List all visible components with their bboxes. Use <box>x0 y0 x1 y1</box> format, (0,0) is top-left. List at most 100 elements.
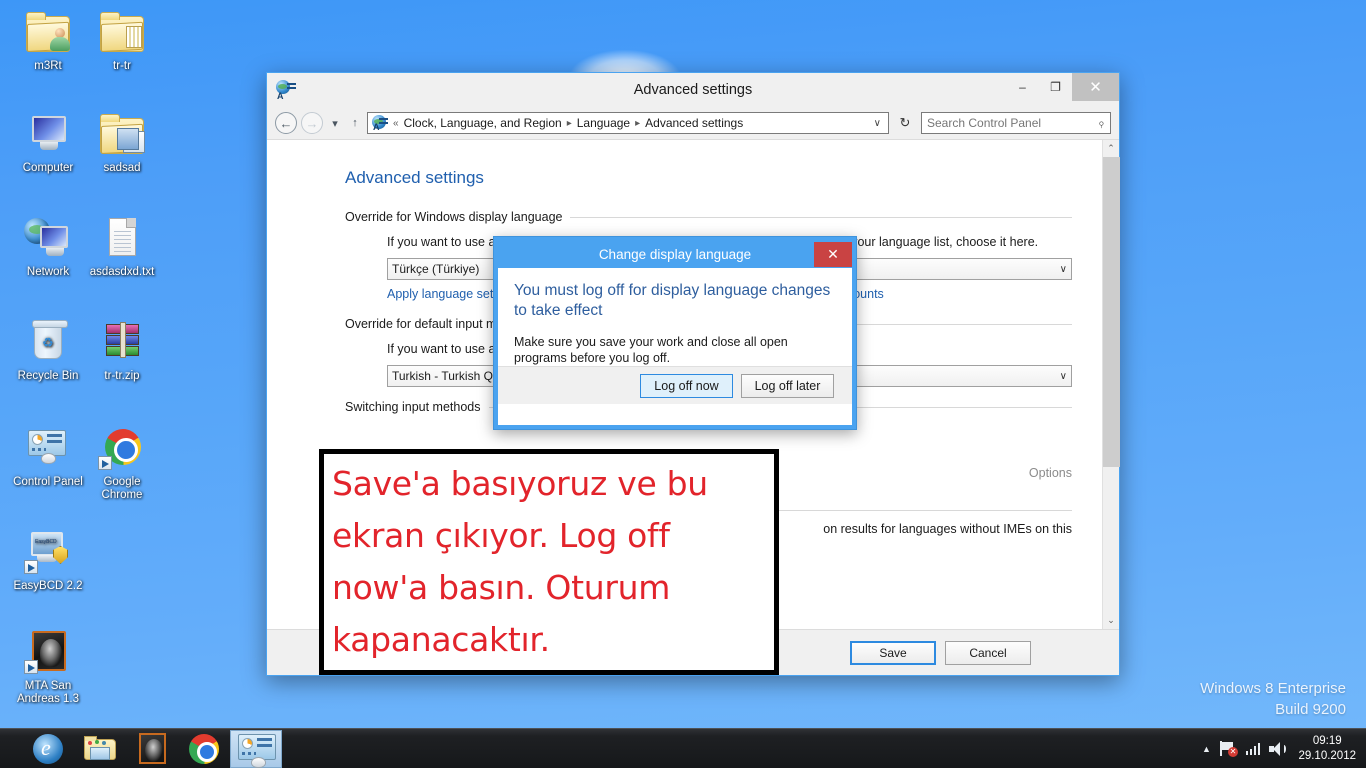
scroll-up-button[interactable]: ⌃ <box>1103 140 1120 157</box>
dialog-body: You must log off for display language ch… <box>498 268 852 425</box>
log-off-now-button[interactable]: Log off now <box>640 373 733 398</box>
desktop-icon-google-chrome[interactable]: Google Chrome <box>82 424 162 502</box>
desktop-icon-mta-san-andreas[interactable]: MTA San Andreas 1.3 <box>8 628 88 706</box>
desktop-icon-label: sadsad <box>103 162 141 174</box>
desktop-icon-tr-tr-zip[interactable]: tr-tr.zip <box>82 318 162 383</box>
options-link[interactable]: Options <box>1029 466 1072 480</box>
scroll-down-button[interactable]: ⌄ <box>1103 612 1120 629</box>
desktop-icon-tr-tr[interactable]: tr-tr <box>82 8 162 73</box>
chevron-right-icon: ▸ <box>635 117 641 129</box>
volume-icon[interactable] <box>1269 741 1287 756</box>
taskbar-item-internet-explorer[interactable] <box>22 730 74 768</box>
control-panel-icon <box>24 424 72 472</box>
window-titlebar[interactable]: A Advanced settings – ❐ ✕ <box>267 73 1119 107</box>
display-language-value: Türkçe (Türkiye) <box>392 262 480 276</box>
chrome-icon <box>189 733 219 764</box>
watermark-line-2: Build 9200 <box>1275 701 1346 718</box>
folder-user-icon <box>24 8 72 56</box>
save-button[interactable]: Save <box>850 640 936 665</box>
chevron-down-icon[interactable]: ∨ <box>1060 371 1067 382</box>
search-icon[interactable]: ⌕ <box>1094 115 1109 130</box>
file-explorer-icon <box>84 735 116 762</box>
change-display-language-dialog[interactable]: Change display language ✕ You must log o… <box>493 236 857 430</box>
chevron-right-icon: ▸ <box>566 117 572 129</box>
desktop-icon-label: Control Panel <box>13 476 83 488</box>
desktop-icon-m3rt[interactable]: m3Rt <box>8 8 88 73</box>
search-placeholder: Search Control Panel <box>927 116 1042 130</box>
taskbar-item-mta-san-andreas[interactable] <box>126 730 178 768</box>
folder-windows-icon <box>98 110 146 158</box>
annotation-box: Save'a basıyoruz ve bu ekran çıkıyor. Lo… <box>319 449 779 675</box>
up-button[interactable]: ↑ <box>347 117 363 129</box>
vertical-scrollbar[interactable]: ⌃ ⌄ <box>1102 140 1120 629</box>
system-tray[interactable]: ▲ ✕ 09:19 29.10.2012 <box>1202 734 1366 764</box>
dialog-title: Change display language <box>598 247 752 262</box>
window-title: Advanced settings <box>633 82 753 98</box>
taskbar-item-control-panel[interactable] <box>230 729 282 768</box>
desktop-icon-asdasdxd-txt[interactable]: asdasdxd.txt <box>82 214 162 279</box>
breadcrumb-advanced-settings[interactable]: Advanced settings <box>645 116 743 130</box>
text-file-icon <box>98 214 146 262</box>
group-heading-display-language: Override for Windows display language <box>345 210 1072 224</box>
control-panel-icon <box>238 733 276 768</box>
clock[interactable]: 09:19 29.10.2012 <box>1294 734 1356 764</box>
desktop-icon-label: Network <box>26 266 70 278</box>
search-input[interactable]: Search Control Panel ⌕ <box>921 112 1111 134</box>
chevron-down-icon[interactable]: ∨ <box>1060 264 1067 275</box>
scrollbar-thumb[interactable] <box>1102 157 1120 467</box>
signal-bars-icon[interactable] <box>1245 742 1261 755</box>
annotation-text: Save'a basıyoruz ve bu ekran çıkıyor. Lo… <box>332 464 708 659</box>
desktop-icon-label: asdasdxd.txt <box>89 266 155 278</box>
divider <box>570 216 1072 218</box>
dialog-close-button[interactable]: ✕ <box>814 242 852 267</box>
easybcd-icon <box>24 528 72 576</box>
dialog-button-row: Log off now Log off later <box>498 366 852 404</box>
internet-explorer-icon <box>33 733 63 764</box>
taskbar-item-google-chrome[interactable] <box>178 730 230 768</box>
breadcrumb-language[interactable]: Language <box>577 116 630 130</box>
desktop-icon-computer[interactable]: Computer <box>8 110 88 175</box>
scrollbar-track[interactable] <box>1102 157 1120 612</box>
zip-archive-icon <box>98 318 146 366</box>
desktop-icon-network[interactable]: Network <box>8 214 88 279</box>
desktop-icon-control-panel[interactable]: Control Panel <box>8 424 88 489</box>
page-title: Advanced settings <box>345 168 484 187</box>
desktop-icon-label: MTA San Andreas 1.3 <box>16 680 79 705</box>
folder-files-icon <box>98 8 146 56</box>
recent-locations-button[interactable]: ▾ <box>327 117 343 130</box>
mta-san-andreas-icon <box>24 628 72 676</box>
dialog-heading: You must log off for display language ch… <box>514 282 831 319</box>
windows-build-watermark: Windows 8 Enterprise Build 9200 <box>1200 678 1346 720</box>
desktop-icon-label: tr-tr.zip <box>104 370 140 382</box>
recycle-bin-icon: ♻ <box>24 318 72 366</box>
network-unavailable-icon[interactable]: ✕ <box>1219 741 1238 757</box>
address-bar[interactable]: A « Clock, Language, and Region ▸ Langua… <box>367 112 889 134</box>
group-heading-label: Override for Windows display language <box>345 210 563 224</box>
default-input-method-value: Turkish - Turkish Q <box>392 369 493 383</box>
forward-button[interactable]: → <box>301 112 323 134</box>
network-icon <box>24 214 72 262</box>
breadcrumb-overflow[interactable]: « <box>393 118 399 129</box>
chevron-down-icon[interactable]: ∨ <box>871 118 884 129</box>
mta-san-andreas-icon <box>138 733 166 764</box>
show-hidden-icons-button[interactable]: ▲ <box>1202 744 1211 754</box>
dialog-titlebar[interactable]: Change display language ✕ <box>498 241 852 268</box>
desktop-icon-label: m3Rt <box>34 60 62 72</box>
desktop-icon-sadsad[interactable]: sadsad <box>82 110 162 175</box>
desktop-icon-recycle-bin[interactable]: ♻ Recycle Bin <box>8 318 88 383</box>
taskbar-item-file-explorer[interactable] <box>74 730 126 768</box>
watermark-line-1: Windows 8 Enterprise <box>1200 680 1346 697</box>
navigation-bar: ← → ▾ ↑ A « Clock, Language, and Region … <box>267 107 1119 139</box>
desktop-icon-label: tr-tr <box>113 60 131 72</box>
desktop-icon-label: Recycle Bin <box>17 370 79 382</box>
taskbar[interactable]: ▲ ✕ 09:19 29.10.2012 <box>0 728 1366 768</box>
cancel-button[interactable]: Cancel <box>945 640 1031 665</box>
desktop-icon-easybcd[interactable]: EasyBCD 2.2 <box>8 528 88 593</box>
log-off-later-button[interactable]: Log off later <box>741 373 834 398</box>
refresh-icon[interactable]: ↻ <box>893 112 917 134</box>
clock-date: 29.10.2012 <box>1298 749 1356 762</box>
address-bar-icon: A <box>372 115 388 132</box>
breadcrumb-clock-language-region[interactable]: Clock, Language, and Region <box>404 116 562 130</box>
back-button[interactable]: ← <box>275 112 297 134</box>
desktop-icon-label: EasyBCD 2.2 <box>13 580 83 592</box>
